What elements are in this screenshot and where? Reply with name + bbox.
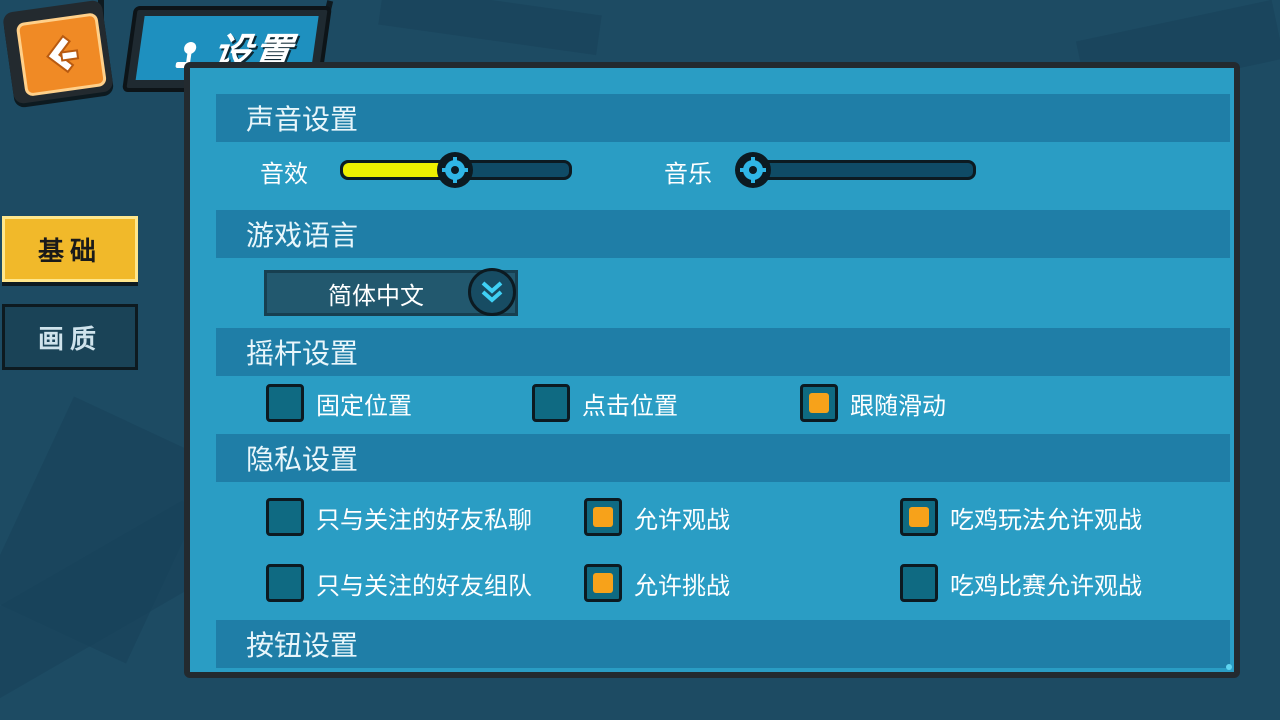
joystick-option-click[interactable]: 点击位置 [532, 384, 678, 422]
music-label: 音乐 [664, 160, 712, 188]
privacy-option-br-match-spectate[interactable]: 吃鸡比赛允许观战 [900, 564, 1142, 602]
section-joystick-header: 摇杆设置 [216, 328, 1230, 376]
back-arrow-icon [46, 34, 80, 74]
checkbox-label: 只与关注的好友组队 [316, 571, 532, 600]
checkbox[interactable] [800, 384, 838, 422]
partial-control[interactable] [266, 672, 304, 678]
checkbox-label: 只与关注的好友私聊 [316, 505, 532, 534]
checkbox-label: 点击位置 [582, 391, 678, 420]
gear-icon [442, 157, 468, 183]
settings-panel: 声音设置 音效 音乐 游戏语言 简体中文 摇杆设置 固定位置 点击位置 跟随滑动… [184, 62, 1240, 678]
checkbox[interactable] [266, 384, 304, 422]
section-buttons-header: 按钮设置 [216, 620, 1230, 668]
checkbox-label: 跟随滑动 [850, 391, 946, 420]
checkbox[interactable] [584, 564, 622, 602]
section-joystick-title: 摇杆设置 [246, 337, 359, 370]
privacy-option-challenge[interactable]: 允许挑战 [584, 564, 730, 602]
privacy-option-team[interactable]: 只与关注的好友组队 [266, 564, 532, 602]
checkbox-label: 固定位置 [316, 391, 412, 420]
tab-quality[interactable]: 画质 [2, 304, 138, 370]
checkbox-label: 允许挑战 [634, 571, 730, 600]
privacy-option-br-spectate[interactable]: 吃鸡玩法允许观战 [900, 498, 1142, 536]
back-button[interactable] [2, 0, 114, 105]
language-dropdown-button[interactable] [468, 268, 516, 316]
joystick-option-fixed[interactable]: 固定位置 [266, 384, 412, 422]
partial-control[interactable] [666, 672, 704, 678]
checkbox[interactable] [266, 564, 304, 602]
language-select-value: 简体中文 [328, 281, 424, 310]
corner-decoration [1226, 664, 1232, 670]
section-buttons-title: 按钮设置 [246, 629, 359, 662]
checkbox-label: 吃鸡玩法允许观战 [950, 505, 1142, 534]
checkbox[interactable] [900, 498, 938, 536]
effects-slider-knob[interactable] [437, 152, 473, 188]
checkbox[interactable] [900, 564, 938, 602]
section-sound-header: 声音设置 [216, 94, 1230, 142]
checkbox-label: 允许观战 [634, 505, 730, 534]
checkbox-label: 吃鸡比赛允许观战 [950, 571, 1142, 600]
joystick-option-follow[interactable]: 跟随滑动 [800, 384, 946, 422]
section-privacy-title: 隐私设置 [246, 443, 359, 476]
section-language-header: 游戏语言 [216, 210, 1230, 258]
music-slider[interactable] [735, 152, 976, 188]
partial-control[interactable] [860, 672, 966, 678]
section-sound-title: 声音设置 [246, 103, 359, 136]
privacy-option-chat[interactable]: 只与关注的好友私聊 [266, 498, 532, 536]
section-language-title: 游戏语言 [246, 219, 359, 252]
section-privacy-header: 隐私设置 [216, 434, 1230, 482]
effects-label: 音效 [260, 160, 308, 188]
privacy-option-spectate[interactable]: 允许观战 [584, 498, 730, 536]
gear-icon [740, 157, 766, 183]
tab-basic[interactable]: 基础 [2, 216, 138, 282]
checkbox[interactable] [532, 384, 570, 422]
bg-decoration [378, 0, 602, 56]
music-slider-knob[interactable] [735, 152, 771, 188]
chevron-double-down-icon [481, 281, 503, 303]
checkbox[interactable] [584, 498, 622, 536]
effects-slider[interactable] [340, 152, 572, 188]
checkbox[interactable] [266, 498, 304, 536]
